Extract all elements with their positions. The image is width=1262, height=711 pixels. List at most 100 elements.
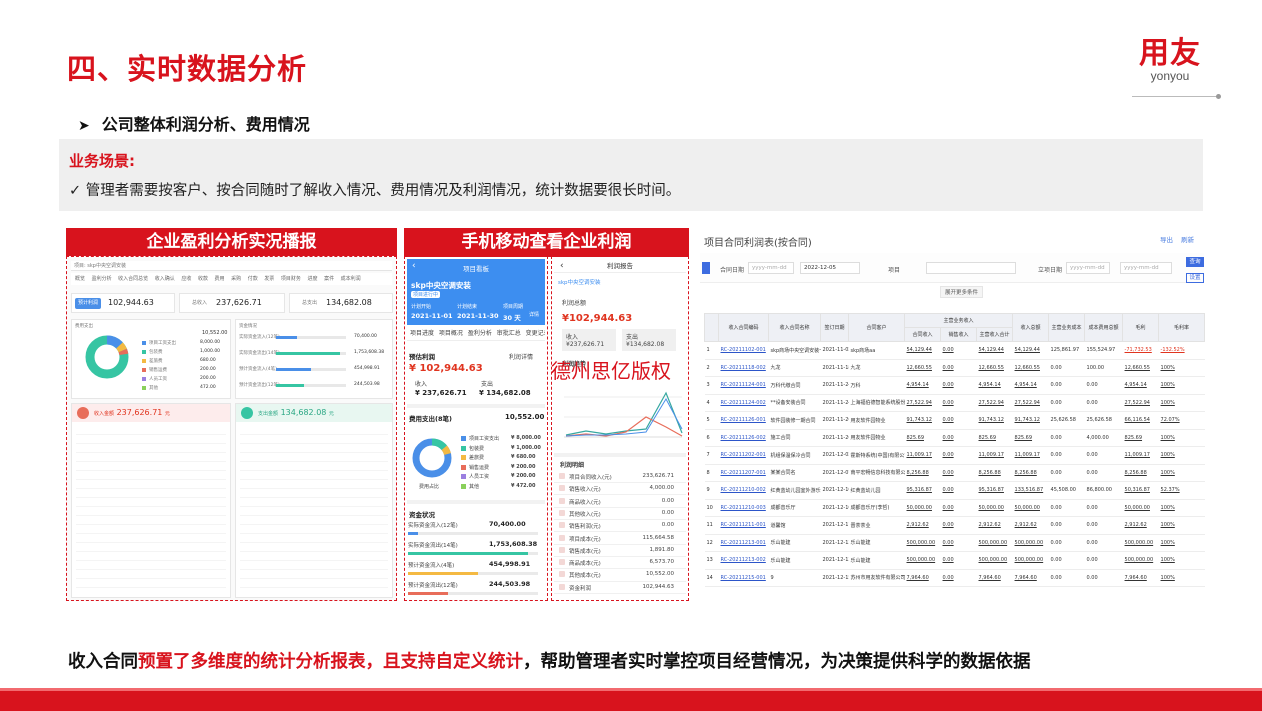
table-cell[interactable]: RC-20211210-003 [718,499,769,517]
expense-card-value: 134,682.08 [280,408,327,417]
profit-detail-row[interactable]: 销售成本(元) 1,891.80 [554,545,686,557]
table-row[interactable]: 6RC-20211126-002施工合同2021-11-26用友软件园物业825… [704,429,1205,447]
table-cell[interactable]: RC-20211213-001 [718,534,769,552]
contract-date-from[interactable]: yyyy-mm-dd [748,262,794,274]
table-row[interactable]: 9RC-20211210-002红黄蓝幼儿园室外游乐设置2021-12-10红黄… [704,481,1205,500]
query-button[interactable]: 查询 [1186,257,1204,267]
report-toolbar[interactable]: 导出 刷新 [1160,234,1194,244]
table-cell[interactable]: RC-20211215-001 [718,569,769,587]
table-row[interactable]: 3RC-20211124-001万科代缴合同2021-11-24万科4,954.… [704,376,1205,395]
profit-detail-row[interactable]: 其他成本(元) 10,552.00 [554,569,686,582]
table-cell: 50,316.87 [1122,481,1159,500]
conclusion-part1: 收入合同 [68,652,138,672]
section-divider [407,404,545,408]
conclusion-part3: ，帮助管理者实时掌控项目经营情况，为决策提供科学的数据依据 [523,652,1031,672]
income-label: 总收入 [192,300,208,306]
profit-detail-row[interactable]: 资金利润 102,944.63 [554,582,686,594]
table-cell: 825.69 [976,429,1013,447]
table-row[interactable]: 1RC-20211102-001skp商场中央空调安装一...2021-11-0… [704,341,1205,360]
cash-item-bar-fill [276,384,304,387]
table-column-header: 毛利 [1122,313,1160,342]
table-cell: 0.00 [1048,551,1085,570]
detail-item-name: 销售收入(元) [569,487,601,494]
table-cell: skp商场aa [848,341,905,360]
expense-summary: 总支出 134,682.08 [289,293,393,313]
table-cell[interactable]: RC-20211118-002 [718,359,769,377]
table-cell: 0.00 [1048,516,1085,535]
report-back-icon[interactable]: ‹ [560,259,564,273]
table-cell: 晋茶茶业 [848,516,905,535]
table-row[interactable]: 8RC-20211207-001某某合同名2021-12-07南平宏畅信息科技有… [704,464,1205,482]
legend-value: 472.00 [200,385,216,390]
table-row[interactable]: 11RC-20211211-001道馨馆2021-12-11晋茶茶业2,912.… [704,516,1205,535]
mobile-legend-name: 包装费 [469,445,485,452]
table-column-header: 主营业务成本 [1048,313,1086,342]
table-cell: 4,954.14 [1012,376,1049,395]
profit-detail-row[interactable]: 销售收入(元) 4,000.00 [554,483,686,496]
table-cell[interactable]: RC-20211213-002 [718,551,769,570]
table-cell: 11 [704,516,719,535]
table-cell: 11,009.17 [904,446,941,465]
mobile-project-name: skp中央空调安装 [411,281,471,290]
table-cell: 2021-11-18 [820,359,849,377]
table-cell: 12,660.55 [976,359,1013,377]
detail-item-name: 其他成本(元) [569,573,601,580]
table-cell: 4 [704,394,719,412]
logo-cn-text: 用友 [1139,36,1201,71]
cash-item-value: 70,400.00 [354,334,377,339]
table-cell[interactable]: RC-20211126-002 [718,429,769,447]
filter-side-tab[interactable] [702,262,710,274]
mobile-tab-bar[interactable]: 项目进度 项目概况 盈利分析 审批汇总 变更记录 [407,327,545,341]
table-row[interactable]: 14RC-20211215-00192021-12-15苏州市用友软件有限公司黄… [704,569,1205,587]
table-cell: 54,129.44 [1012,341,1049,360]
table-cell: 万科 [848,376,905,395]
contract-date-to[interactable]: 2022-12-05 [800,262,860,274]
cash-card-title: 资金情况 [239,324,257,329]
table-cell: 0.00 [1048,394,1085,412]
table-cell: 3 [704,376,719,395]
mobile-cash-fill [408,592,448,595]
table-cell[interactable]: RC-20211202-001 [718,446,769,465]
table-row[interactable]: 7RC-20211202-001机组保温保冷合同2021-12-02霍斯特系统(… [704,446,1205,465]
cash-item-bar-fill [276,352,341,355]
profit-detail-row[interactable]: 商品收入(元) 0.00 [554,496,686,508]
table-cell: 8,256.88 [976,464,1013,482]
setup-date-to[interactable]: yyyy-mm-dd [1120,262,1172,274]
table-cell: 100% [1158,534,1205,552]
mobile-cost-donut [412,438,452,478]
setting-button[interactable]: 设置 [1186,273,1204,283]
profit-detail-row[interactable]: 项目合同收入(元) 233,626.71 [554,471,686,484]
table-cell[interactable]: RC-20211124-002 [718,394,769,412]
profit-detail-row[interactable]: 商品成本(元) 6,573.70 [554,557,686,570]
table-row[interactable]: 5RC-20211126-001软件园装修一期合同2021-11-26用友软件园… [704,411,1205,430]
profit-detail-link[interactable]: 利润详情 [509,352,533,361]
desktop-nav-bar: 概览 盈利分析 收入合同总览 收入确认 应收 收款 费用 采购 付款 发票 项目… [71,273,392,285]
table-cell[interactable]: RC-20211211-001 [718,516,769,535]
setup-date-from[interactable]: yyyy-mm-dd [1066,262,1110,274]
table-cell: 0.00 [1048,499,1085,517]
table-cell: 2021-12-10 [820,481,849,500]
table-row[interactable]: 2RC-20211118-002九龙2021-11-18九龙12,660.550… [704,359,1205,377]
project-select[interactable] [926,262,1016,274]
detail-link[interactable]: 详情 [529,311,539,318]
expand-filters-button[interactable]: 展开更多条件 [940,286,984,298]
logo-rule [1132,96,1218,97]
profit-detail-row[interactable]: 销售利润(元) 0.00 [554,520,686,533]
table-row[interactable]: 10RC-20211210-003成都音乐厅2021-12-10成都音乐厅(李哲… [704,499,1205,517]
cash-item-value: 1,753,608.38 [354,350,385,355]
table-row[interactable]: 13RC-20211213-002乐山能建2021-12-13乐山能建500,0… [704,551,1205,570]
table-cell[interactable]: RC-20211210-002 [718,481,769,500]
mobile-cash-fill [408,532,418,535]
table-cell: 155,524.97 [1084,341,1123,360]
table-cell: 7,964.60 [1122,569,1159,587]
table-cell[interactable]: RC-20211102-001 [718,341,769,360]
mobile-legend-name: 销售运费 [469,464,490,471]
table-cell[interactable]: RC-20211126-001 [718,411,769,430]
table-row[interactable]: 4RC-20211124-002**设备安装合同2021-11-24上海福伯德智… [704,394,1205,412]
table-cell[interactable]: RC-20211207-001 [718,464,769,482]
mobile-legend-name: 其他 [469,483,480,490]
table-cell[interactable]: RC-20211124-001 [718,376,769,395]
table-row[interactable]: 12RC-20211213-001乐山能建2021-12-13乐山能建500,0… [704,534,1205,552]
profit-detail-row[interactable]: 其他收入(元) 0.00 [554,508,686,521]
profit-detail-row[interactable]: 项目成本(元) 115,664.58 [554,533,686,545]
